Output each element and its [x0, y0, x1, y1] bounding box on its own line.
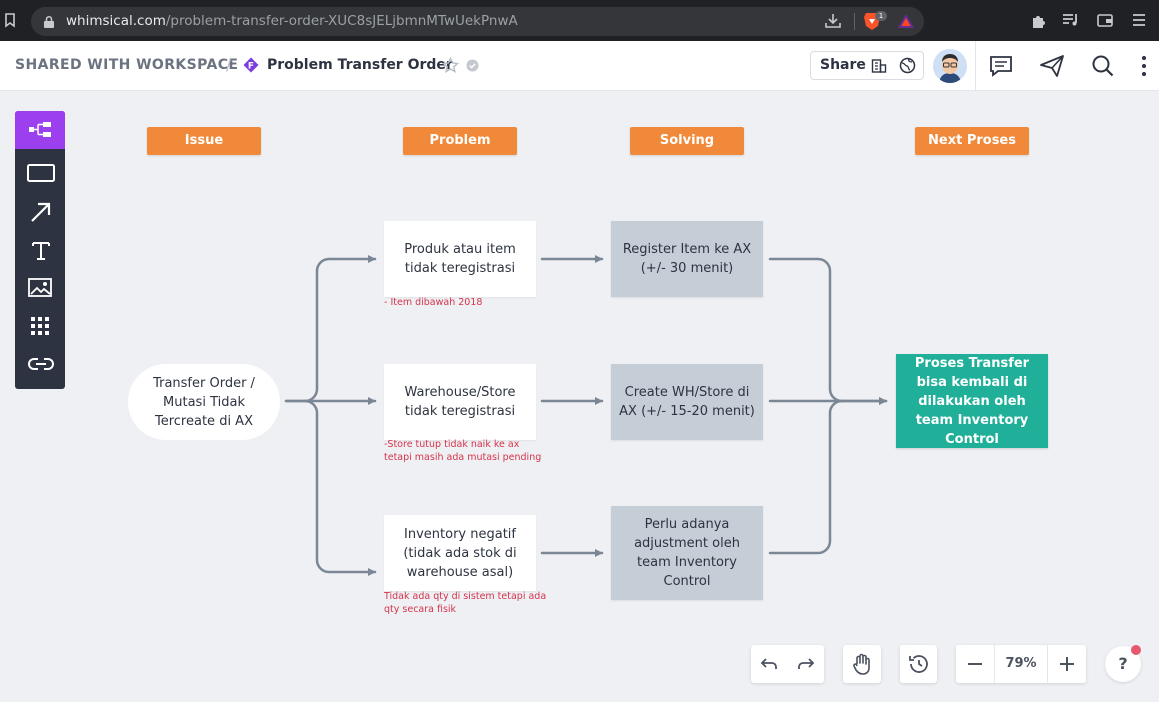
- column-header-solving[interactable]: Solving: [630, 127, 744, 155]
- workspace-building-icon: [871, 59, 887, 73]
- history-icon: [909, 655, 928, 673]
- url-path: /problem-transfer-order-XUC8sJELjbmnMTwU…: [165, 13, 518, 29]
- share-button[interactable]: Share: [810, 51, 924, 80]
- browser-menu-icon[interactable]: [1132, 13, 1146, 27]
- plus-icon: [1060, 657, 1074, 671]
- problem-note-1[interactable]: - Item dibawah 2018: [384, 297, 482, 310]
- connector-start-problem1: [284, 255, 377, 403]
- help-label: ?: [1118, 654, 1128, 673]
- breadcrumb-workspace[interactable]: SHARED WITH WORKSPACE: [15, 57, 238, 73]
- redo-button[interactable]: [788, 645, 824, 683]
- zoom-controls: 79%: [956, 645, 1086, 683]
- download-icon[interactable]: [824, 13, 842, 29]
- minus-icon: [968, 663, 982, 665]
- zoom-out-button[interactable]: [956, 645, 994, 683]
- problem-note-3[interactable]: Tidak ada qty di sistem tetapi ada qty s…: [384, 591, 546, 616]
- problem-node-1[interactable]: Produk atau item tidak teregistrasi: [384, 221, 536, 297]
- extensions-puzzle-icon[interactable]: [1031, 13, 1046, 28]
- column-header-problem[interactable]: Problem: [403, 127, 517, 155]
- send-plane-icon[interactable]: [1039, 53, 1065, 79]
- hand-icon: [853, 653, 870, 675]
- lock-icon: [44, 15, 54, 28]
- undo-redo-group: [751, 645, 824, 683]
- brave-shields-button[interactable]: 1: [863, 11, 887, 35]
- connector-solution3-result: [768, 399, 844, 555]
- solution-node-1[interactable]: Register Item ke AX (+/- 30 menit): [611, 221, 763, 297]
- flowchart-doc-icon: F: [243, 57, 259, 73]
- wallet-icon[interactable]: [1097, 13, 1113, 27]
- verified-icon: [466, 59, 479, 72]
- connector-solution1-result: [768, 257, 888, 405]
- brave-badge: 1: [875, 11, 887, 21]
- star-icon[interactable]: [442, 57, 459, 74]
- bookmark-icon[interactable]: [4, 13, 16, 28]
- doc-icon-letter: F: [248, 62, 254, 72]
- connector-start-problem3: [303, 399, 377, 576]
- zoom-level[interactable]: 79%: [994, 645, 1048, 683]
- breadcrumb-separator: /: [226, 56, 232, 74]
- redo-icon: [798, 658, 815, 669]
- start-node[interactable]: Transfer Order / Mutasi Tidak Tercreate …: [128, 364, 280, 440]
- solution-node-2[interactable]: Create WH/Store di AX (+/- 15-20 menit): [611, 364, 763, 440]
- media-playlist-icon[interactable]: [1062, 13, 1079, 27]
- hand-tool-button[interactable]: [843, 645, 881, 683]
- user-avatar[interactable]: [933, 49, 967, 83]
- browser-toolbar: whimsical.com/problem-transfer-order-XUC…: [0, 0, 1159, 41]
- help-button[interactable]: ?: [1105, 645, 1141, 682]
- zoom-in-button[interactable]: [1048, 645, 1086, 683]
- more-options-icon[interactable]: [1138, 53, 1150, 79]
- notification-dot: [1131, 645, 1141, 655]
- undo-button[interactable]: [751, 645, 787, 683]
- problem-node-2[interactable]: Warehouse/Store tidak teregistrasi: [384, 364, 536, 440]
- solution-node-3[interactable]: Perlu adanya adjustment oleh team Invent…: [611, 506, 763, 600]
- doc-title[interactable]: Problem Transfer Order: [267, 57, 453, 73]
- address-divider: [854, 13, 855, 30]
- column-header-next-proses[interactable]: Next Proses: [915, 127, 1029, 155]
- comments-icon[interactable]: [988, 53, 1014, 79]
- result-node[interactable]: Proses Transfer bisa kembali di dilakuka…: [896, 354, 1048, 448]
- column-header-issue[interactable]: Issue: [147, 127, 261, 155]
- undo-icon: [760, 658, 777, 669]
- url-host: whimsical.com: [66, 13, 166, 29]
- history-button[interactable]: [900, 645, 937, 683]
- problem-note-2[interactable]: -Store tutup tidak naik ke ax tetapi mas…: [384, 439, 541, 464]
- share-button-label: Share: [820, 57, 866, 73]
- header-divider: [975, 41, 976, 91]
- search-icon[interactable]: [1090, 53, 1116, 79]
- app-header: SHARED WITH WORKSPACE / F Problem Transf…: [0, 41, 1159, 91]
- avatar-face-icon: [933, 49, 967, 83]
- globe-icon: [899, 57, 916, 74]
- address-bar[interactable]: whimsical.com/problem-transfer-order-XUC…: [31, 7, 924, 36]
- board-canvas[interactable]: Issue Problem Solving Next Proses Transf…: [0, 92, 1159, 702]
- problem-node-3[interactable]: Inventory negatif (tidak ada stok di war…: [384, 515, 536, 591]
- brave-rewards-icon[interactable]: [897, 13, 915, 29]
- url-text[interactable]: whimsical.com/problem-transfer-order-XUC…: [66, 13, 518, 29]
